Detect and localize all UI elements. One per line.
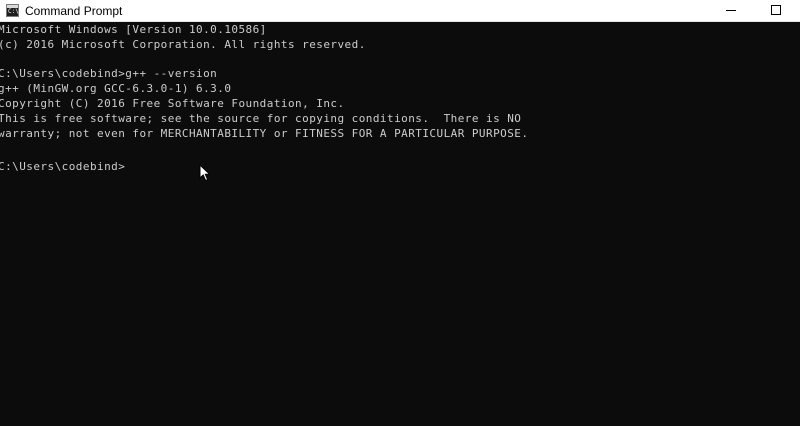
console-output[interactable]: Microsoft Windows [Version 10.0.10586] (… xyxy=(0,22,800,426)
cmd-icon[interactable]: C:\ xyxy=(6,4,19,17)
console-line-license-2: warranty; not even for MERCHANTABILITY o… xyxy=(0,127,529,140)
mouse-pointer-icon xyxy=(199,164,211,182)
command-prompt-window: C:\ Command Prompt Microsoft Windows [Ve… xyxy=(0,0,800,426)
console-prompt[interactable]: C:\Users\codebind> xyxy=(0,159,125,175)
minimize-button[interactable] xyxy=(708,0,754,21)
maximize-icon xyxy=(771,5,781,15)
maximize-button[interactable] xyxy=(754,0,800,21)
title-bar[interactable]: C:\ Command Prompt xyxy=(0,0,800,22)
window-title: Command Prompt xyxy=(25,4,123,18)
minimize-icon xyxy=(726,10,736,11)
console-line-copyright-microsoft: (c) 2016 Microsoft Corporation. All righ… xyxy=(0,38,366,51)
console-line-license-1: This is free software; see the source fo… xyxy=(0,112,522,125)
console-line-command: C:\Users\codebind>g++ --version xyxy=(0,67,218,80)
console-line-copyright-fsf: Copyright (C) 2016 Free Software Foundat… xyxy=(0,97,345,110)
console-line-version: Microsoft Windows [Version 10.0.10586] xyxy=(0,23,267,36)
console-line-gcc-version: g++ (MinGW.org GCC-6.3.0-1) 6.3.0 xyxy=(0,82,232,95)
